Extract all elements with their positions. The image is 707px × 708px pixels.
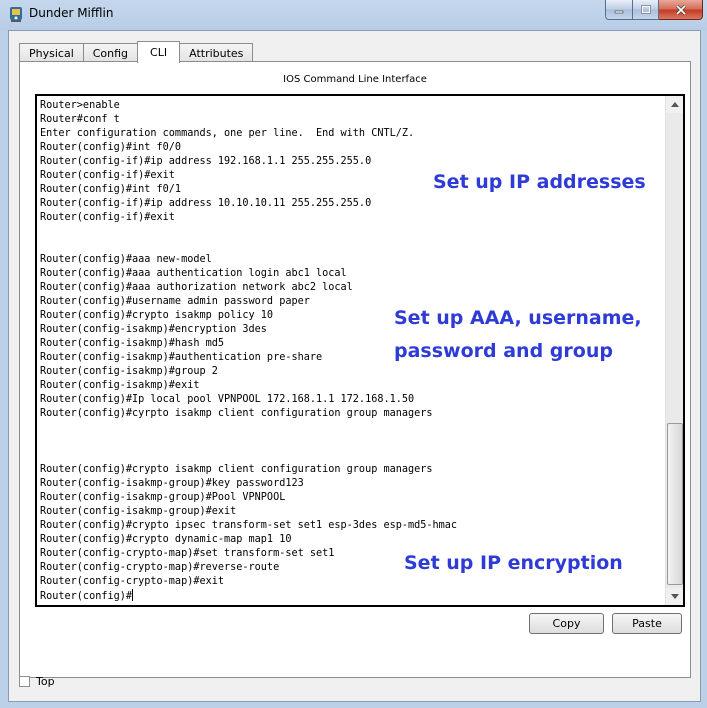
packet-tracer-router-icon — [10, 7, 22, 22]
scroll-up-arrow[interactable] — [666, 96, 683, 113]
triangle-down-icon — [670, 594, 679, 599]
cli-line: Router(config)#aaa authentication login … — [40, 268, 347, 279]
scroll-down-arrow[interactable] — [666, 588, 683, 605]
cli-line — [40, 225, 457, 239]
tab-physical[interactable]: Physical — [19, 43, 84, 62]
cli-line: Router(config)#cyrpto isakmp client conf… — [40, 408, 433, 419]
minimize-button[interactable] — [605, 0, 633, 20]
tab-strip: Physical Config CLI Attributes — [19, 41, 254, 63]
cli-line: Router(config)#aaa authorization network… — [40, 282, 353, 293]
cli-line: Router(config-isakmp-group)#key password… — [40, 478, 304, 489]
cli-line — [40, 435, 457, 449]
close-icon — [675, 4, 686, 15]
cli-line — [40, 449, 457, 463]
cli-line: Router#conf t — [40, 114, 120, 125]
cli-line: Router(config-isakmp)#group 2 — [40, 366, 218, 377]
tab-config[interactable]: Config — [82, 43, 139, 62]
annotation-aaa-line2: password and group — [394, 340, 613, 362]
cli-line: Router(config)#crypto ipsec transform-se… — [40, 520, 458, 531]
cli-line: Router(config-if)#exit — [40, 170, 175, 181]
cli-line — [40, 239, 457, 253]
cli-tab-panel: IOS Command Line Interface Router>enable… — [19, 61, 691, 678]
cli-line — [40, 421, 457, 435]
triangle-up-icon — [670, 102, 679, 107]
window-controls — [605, 0, 703, 20]
cli-line: Router(config)#aaa new-model — [40, 254, 212, 265]
scrollbar-thumb[interactable] — [667, 423, 683, 585]
cli-scrollbar[interactable] — [665, 96, 683, 605]
annotation-ip-addresses: Set up IP addresses — [433, 171, 646, 193]
cli-line: Router(config-crypto-map)#reverse-route — [40, 562, 280, 573]
annotation-encryption: Set up IP encryption — [404, 552, 623, 574]
cli-line: Router(config)#int f0/0 — [40, 142, 182, 153]
cli-line: Router(config-crypto-map)#exit — [40, 576, 225, 587]
tab-cli[interactable]: CLI — [137, 41, 181, 63]
top-checkbox-label: Top — [36, 674, 55, 688]
copy-button[interactable]: Copy — [529, 613, 604, 634]
cli-line: Router(config)#int f0/1 — [40, 184, 182, 195]
application-window: Dunder Mifflin Physical Config CLI Attri… — [0, 0, 707, 708]
panel-title: IOS Command Line Interface — [283, 74, 427, 85]
close-button[interactable] — [659, 0, 703, 20]
cli-line: Router(config-crypto-map)#set transform-… — [40, 548, 335, 559]
cli-line: Enter configuration commands, one per li… — [40, 128, 415, 139]
minimize-icon — [614, 10, 624, 13]
cli-line: Router>enable — [40, 100, 120, 111]
maximize-icon — [640, 5, 651, 14]
cli-line: Router(config)#crypto isakmp client conf… — [40, 464, 433, 475]
annotation-aaa-line1: Set up AAA, username, — [394, 307, 642, 329]
cli-line: Router(config)#crypto dynamic-map map1 1… — [40, 534, 292, 545]
cli-console[interactable]: Router>enable Router#conf t Enter configur… — [35, 94, 685, 607]
window-title: Dunder Mifflin — [29, 6, 114, 20]
cli-line: Router(config-if)#ip address 10.10.10.11… — [40, 198, 372, 209]
top-checkbox[interactable] — [19, 675, 30, 687]
cli-line: Router(config-isakmp-group)#Pool VPNPOOL — [40, 492, 286, 503]
cli-line: Router(config)#Ip local pool VPNPOOL 172… — [40, 394, 415, 405]
maximize-button[interactable] — [633, 0, 659, 20]
paste-button[interactable]: Paste — [612, 613, 682, 634]
title-bar[interactable]: Dunder Mifflin — [0, 0, 707, 30]
text-cursor — [132, 589, 134, 601]
top-option: Top — [19, 673, 55, 689]
window-client-area: Physical Config CLI Attributes IOS Comma… — [8, 30, 701, 702]
cli-line: Router(config-if)#ip address 192.168.1.1… — [40, 156, 372, 167]
cli-line: Router(config-if)#exit — [40, 212, 175, 223]
tab-attributes[interactable]: Attributes — [179, 43, 254, 62]
cli-prompt: Router(config)# — [40, 591, 133, 602]
cli-prompt-line[interactable]: Router(config)# — [40, 589, 457, 603]
cli-line: Router(config-isakmp-group)#exit — [40, 506, 237, 517]
cli-line: Router(config-isakmp)#exit — [40, 380, 200, 391]
